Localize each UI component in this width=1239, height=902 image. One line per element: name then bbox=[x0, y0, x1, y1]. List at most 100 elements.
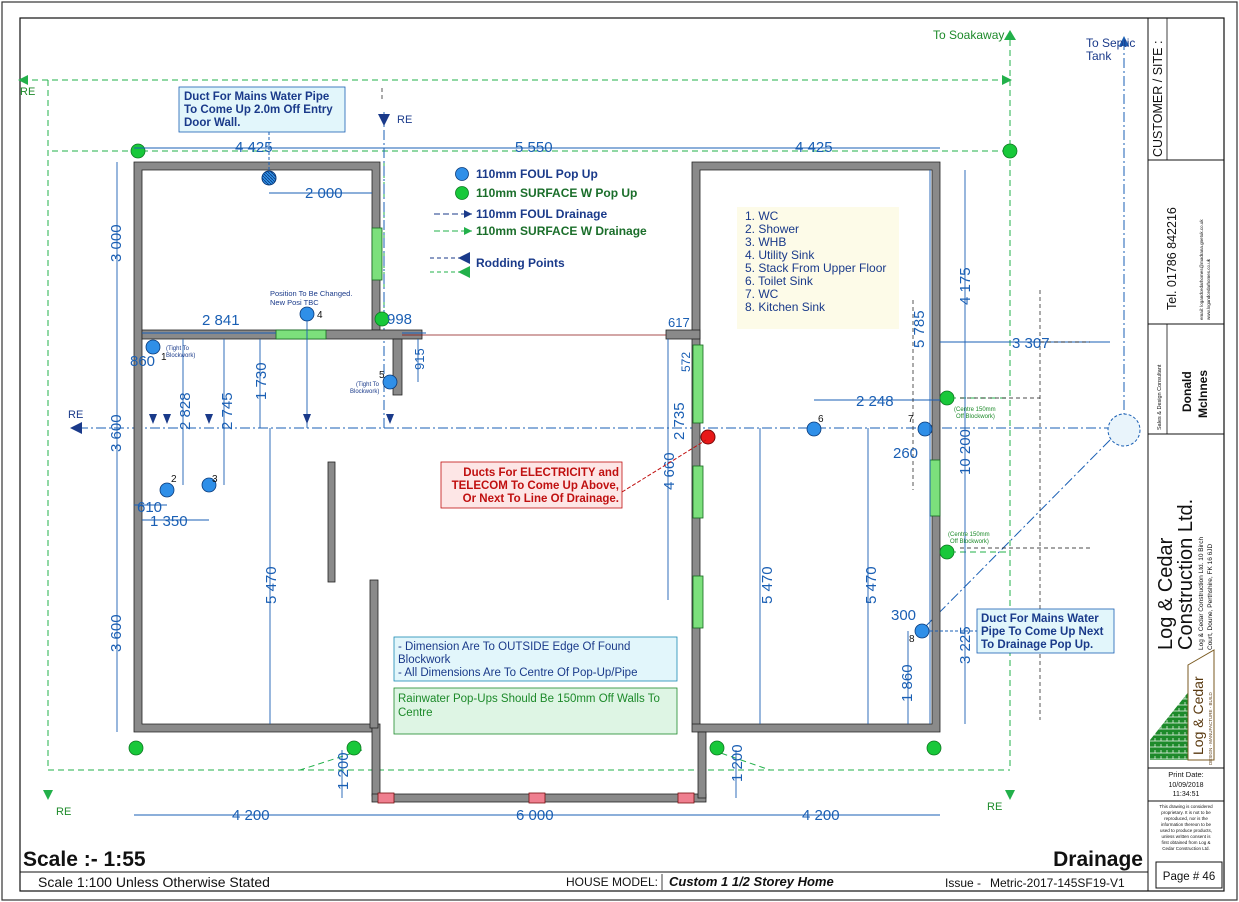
disclaimer: This drawing is considered proprietary. … bbox=[1159, 804, 1213, 851]
svg-text:To Come Up 2.0m Off Entry: To Come Up 2.0m Off Entry bbox=[184, 104, 333, 116]
fixture-item: 2. Shower bbox=[745, 222, 799, 236]
dim-top-2: 5 550 bbox=[515, 139, 553, 156]
company-name: Construction Ltd. bbox=[1175, 499, 1197, 650]
dim-5470-b: 5 470 bbox=[759, 566, 776, 604]
dim-2828: 2 828 bbox=[177, 392, 194, 430]
sheet-border bbox=[1, 1, 1238, 901]
svg-text:www.logandcedarhomes.co.uk: www.logandcedarhomes.co.uk bbox=[1206, 258, 1211, 320]
dim-1860: 1 860 bbox=[899, 664, 916, 702]
re-label: RE bbox=[397, 114, 412, 126]
dim-bottom-1: 4 200 bbox=[232, 807, 270, 824]
svg-text:information thereon to be: information thereon to be bbox=[1161, 822, 1212, 827]
dim-left-3: 3 600 bbox=[108, 614, 125, 652]
fixtures-list: 1. WC 2. Shower 3. WHB 4. Utility Sink 5… bbox=[737, 207, 899, 329]
legend-surface-popup-swatch bbox=[455, 186, 469, 200]
septic-connection bbox=[1107, 413, 1141, 447]
point-number: 2 bbox=[171, 474, 177, 485]
print-date: 10/09/2018 bbox=[1168, 782, 1203, 789]
legend-label: 110mm SURFACE W Pop Up bbox=[476, 186, 637, 200]
svg-text:Off Blockwork): Off Blockwork) bbox=[956, 414, 995, 420]
dim-1200-a: 1 200 bbox=[335, 752, 352, 790]
dim-260: 260 bbox=[893, 445, 918, 462]
dim-2248: 2 248 bbox=[856, 393, 894, 410]
svg-text:(Tight To: (Tight To bbox=[166, 346, 190, 352]
svg-text:email: logandcedarhomes@madran: email: logandcedarhomes@madrana.gnetuk.c… bbox=[1199, 219, 1204, 320]
scale-small: Scale 1:100 Unless Otherwise Stated bbox=[38, 874, 270, 890]
issue-label: Issue - bbox=[945, 876, 981, 890]
dim-2841: 2 841 bbox=[202, 312, 240, 329]
svg-text:(Centre 150mm: (Centre 150mm bbox=[948, 532, 990, 538]
drawing-title: Drainage bbox=[1053, 848, 1143, 871]
dim-860: 860 bbox=[130, 353, 155, 370]
svg-text:Blockwork): Blockwork) bbox=[350, 389, 379, 395]
dimensions-note-box: - Dimension Are To OUTSIDE Edge Of Found… bbox=[393, 636, 678, 682]
svg-text:(Centre 150mm: (Centre 150mm bbox=[954, 407, 996, 413]
dim-1200-b: 1 200 bbox=[729, 744, 746, 782]
fixture-item: 7. WC bbox=[745, 287, 779, 301]
consultant-name: Donald bbox=[1180, 371, 1194, 412]
fixture-item: 5. Stack From Upper Floor bbox=[745, 261, 886, 275]
position-note: New Posi TBC bbox=[270, 298, 319, 307]
svg-text:first obtained from Log &: first obtained from Log & bbox=[1161, 840, 1210, 845]
fixture-item: 3. WHB bbox=[745, 235, 786, 249]
drainage-drawing-sheet: 1 2 3 4 5 6 7 8 4 425 5 550 4 425 4 200 … bbox=[1, 1, 1238, 901]
scale-big: Scale :- 1:55 bbox=[23, 848, 146, 871]
point-number: 6 bbox=[818, 414, 824, 425]
re-label: RE bbox=[987, 801, 1002, 813]
dim-617: 617 bbox=[668, 315, 690, 330]
to-septic-label: To Septic bbox=[1086, 36, 1135, 50]
dim-2745: 2 745 bbox=[219, 392, 236, 430]
to-septic-label: Tank bbox=[1086, 49, 1112, 63]
dim-4660: 4 660 bbox=[661, 452, 678, 490]
print-date-label: Print Date: bbox=[1168, 770, 1203, 779]
svg-text:Rainwater Pop-Ups Should Be 15: Rainwater Pop-Ups Should Be 150mm Off Wa… bbox=[398, 693, 660, 705]
svg-text:Court, Doune, Perthshire, FK 1: Court, Doune, Perthshire, FK 16 6JD bbox=[1207, 543, 1214, 650]
legend-label: 110mm SURFACE W Drainage bbox=[476, 224, 647, 238]
dim-2735: 2 735 bbox=[671, 402, 688, 440]
dim-1350: 1 350 bbox=[150, 513, 188, 530]
point-number: 3 bbox=[212, 474, 218, 485]
point-number: 4 bbox=[317, 310, 323, 321]
svg-text:Centre: Centre bbox=[398, 707, 433, 719]
position-note: Position To Be Changed. bbox=[270, 289, 352, 298]
customer-label: CUSTOMER / SITE : bbox=[1151, 41, 1165, 157]
telephone: Tel. 01786 842216 bbox=[1165, 207, 1179, 310]
svg-text:unless written consent is: unless written consent is bbox=[1161, 834, 1211, 839]
svg-text:(Tight To: (Tight To bbox=[356, 382, 380, 388]
dim-5470-a: 5 470 bbox=[263, 566, 280, 604]
rainwater-note-box: Rainwater Pop-Ups Should Be 150mm Off Wa… bbox=[393, 687, 678, 735]
svg-text:Or Next To Line Of Drainage.: Or Next To Line Of Drainage. bbox=[463, 493, 619, 505]
issue-value: Metric-2017-145SF19-V1 bbox=[990, 876, 1125, 890]
svg-text:Blockwork: Blockwork bbox=[398, 654, 451, 666]
consultant-label: Sales & Design Consultant bbox=[1157, 364, 1163, 430]
to-soakaway-label: To Soakaway bbox=[933, 28, 1004, 42]
dim-5470-c: 5 470 bbox=[863, 566, 880, 604]
svg-text:This drawing is considered: This drawing is considered bbox=[1159, 804, 1213, 809]
svg-text:Log & Cedar Construction Ltd.: Log & Cedar Construction Ltd. 10 Birch bbox=[1198, 537, 1205, 650]
dim-top-1: 4 425 bbox=[235, 139, 273, 156]
dim-300: 300 bbox=[891, 607, 916, 624]
dim-10200: 10 200 bbox=[957, 429, 974, 475]
dim-3225: 3 225 bbox=[957, 626, 974, 664]
water-duct-marker bbox=[261, 170, 277, 186]
dim-3307: 3 307 bbox=[1012, 335, 1050, 352]
legend-foul-popup-swatch bbox=[455, 167, 469, 181]
dim-2000: 2 000 bbox=[305, 185, 343, 202]
svg-text:Pipe To Come Up Next: Pipe To Come Up Next bbox=[981, 626, 1104, 638]
svg-text:used to produce products,: used to produce products, bbox=[1160, 828, 1212, 833]
company-name: Log & Cedar bbox=[1155, 537, 1177, 650]
dim-4175: 4 175 bbox=[957, 267, 974, 305]
svg-text:reproduced, nor is the: reproduced, nor is the bbox=[1164, 816, 1208, 821]
print-time: 11:34:51 bbox=[1173, 791, 1200, 798]
svg-text:Log & Cedar: Log & Cedar bbox=[1190, 676, 1206, 755]
page-number: Page # 46 bbox=[1163, 871, 1215, 883]
svg-text:To Drainage Pop Up.: To Drainage Pop Up. bbox=[981, 639, 1093, 651]
svg-text:Cedar Construction Ltd.: Cedar Construction Ltd. bbox=[1162, 846, 1210, 851]
svg-text:Blockwork): Blockwork) bbox=[166, 353, 195, 359]
legend-label: 110mm FOUL Pop Up bbox=[476, 167, 598, 181]
dim-left-1: 3 000 bbox=[108, 224, 125, 262]
house-model-value: Custom 1 1/2 Storey Home bbox=[669, 874, 834, 889]
dim-572: 572 bbox=[679, 352, 693, 372]
legend-label: 110mm FOUL Drainage bbox=[476, 207, 607, 221]
fixture-item: 6. Toilet Sink bbox=[745, 274, 814, 288]
